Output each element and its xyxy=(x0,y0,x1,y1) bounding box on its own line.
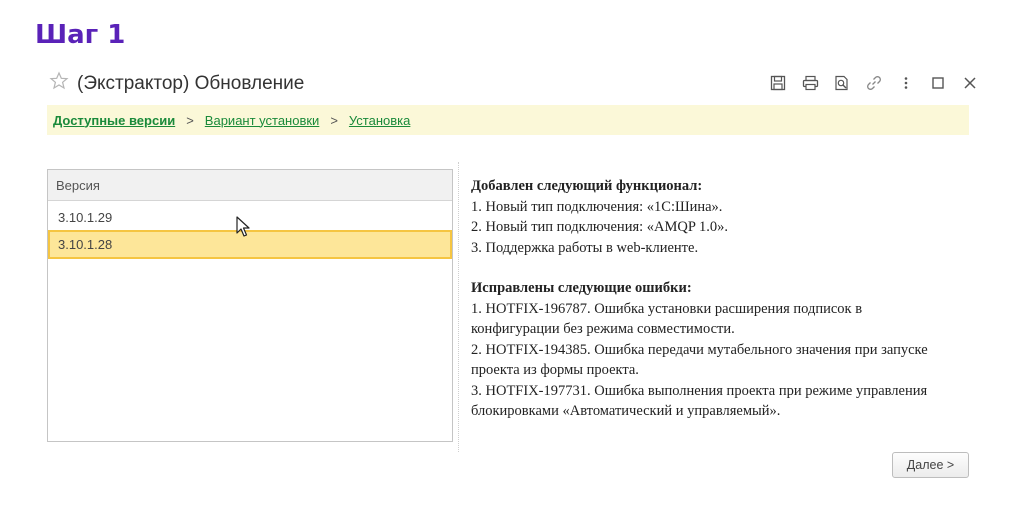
mouse-cursor-icon xyxy=(236,216,250,237)
link-icon[interactable] xyxy=(864,73,884,93)
list-item: 3. HOTFIX-197731. Ошибка выполнения прое… xyxy=(471,382,928,420)
next-button[interactable]: Далее > xyxy=(892,452,969,478)
fixed-bugs-heading: Исправлены следующие ошибки: xyxy=(471,280,692,296)
versions-column-header[interactable]: Версия xyxy=(48,170,452,201)
list-item: 3. Поддержка работы в web-клиенте. xyxy=(471,239,699,256)
list-item: 2. Новый тип подключения: «AMQP 1.0». xyxy=(471,219,729,235)
maximize-icon[interactable] xyxy=(928,73,948,93)
window-title: (Экстрактор) Обновление xyxy=(77,73,305,94)
breadcrumb-separator: > xyxy=(186,112,194,128)
table-row-selected[interactable]: 3.10.1.28 xyxy=(48,230,452,259)
list-item: 1. HOTFIX-196787. Ошибка установки расши… xyxy=(471,300,863,338)
window-toolbar xyxy=(768,72,980,94)
list-item: 2. HOTFIX-194385. Ошибка передачи мутабе… xyxy=(471,341,928,379)
breadcrumb-install-variant[interactable]: Вариант установки xyxy=(205,113,320,128)
close-icon[interactable] xyxy=(960,73,980,93)
added-features-block: Добавлен следующий функционал: 1. Новый … xyxy=(471,176,951,258)
window-titlebar: (Экстрактор) Обновление xyxy=(35,62,990,104)
breadcrumb-install[interactable]: Установка xyxy=(349,113,410,128)
breadcrumb: Доступные версии > Вариант установки > У… xyxy=(47,105,969,135)
favorite-star-icon[interactable] xyxy=(49,71,69,91)
save-icon[interactable] xyxy=(768,73,788,93)
step-title: Шаг 1 xyxy=(35,20,126,50)
print-icon[interactable] xyxy=(800,73,820,93)
fixed-bugs-block: Исправлены следующие ошибки: 1. HOTFIX-1… xyxy=(471,278,951,422)
more-icon[interactable] xyxy=(896,73,916,93)
breadcrumb-separator: > xyxy=(330,112,338,128)
versions-table: Версия 3.10.1.29 3.10.1.28 xyxy=(47,169,453,442)
update-window: (Экстрактор) Обновление Доступные версии… xyxy=(35,62,990,502)
version-description: Добавлен следующий функционал: 1. Новый … xyxy=(471,176,951,422)
panel-divider xyxy=(458,162,459,452)
preview-icon[interactable] xyxy=(832,73,852,93)
list-item: 1. Новый тип подключения: «1С:Шина». xyxy=(471,198,723,215)
table-row[interactable]: 3.10.1.29 xyxy=(48,201,452,230)
added-features-heading: Добавлен следующий функционал: xyxy=(471,178,703,194)
breadcrumb-available-versions[interactable]: Доступные версии xyxy=(53,113,175,128)
